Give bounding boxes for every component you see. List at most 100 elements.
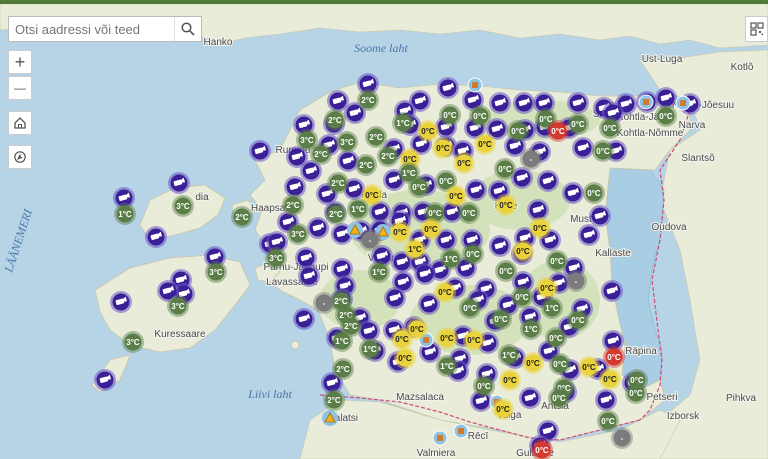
camera-marker[interactable] (249, 140, 271, 162)
temperature-marker[interactable]: 0°C (578, 356, 600, 378)
temperature-marker[interactable]: 0°C (549, 353, 571, 375)
temperature-marker[interactable]: 0°C (495, 194, 517, 216)
temperature-marker[interactable]: 1°C (436, 355, 458, 377)
temperature-marker[interactable]: 3°C (172, 195, 194, 217)
map-canvas[interactable]: Soome lahtLÄÄNEMERILiivi lahtHankoUst-Lu… (0, 4, 768, 459)
zoom-out-button[interactable]: — (8, 76, 32, 100)
camera-marker[interactable] (94, 369, 116, 391)
temperature-marker[interactable]: 1°C (520, 318, 542, 340)
temperature-marker[interactable]: 0°C (439, 104, 461, 126)
temperature-marker[interactable]: 1°C (114, 203, 136, 225)
camera-marker[interactable] (537, 170, 559, 192)
temperature-marker[interactable]: 0°C (408, 176, 430, 198)
temperature-marker[interactable]: - (520, 148, 542, 170)
temperature-marker[interactable]: 0°C (597, 410, 619, 432)
temperature-marker[interactable]: 0°C (536, 277, 558, 299)
camera-marker[interactable] (168, 172, 190, 194)
warning-marker[interactable] (322, 410, 338, 426)
temperature-marker[interactable]: 0°C (599, 368, 621, 390)
temperature-marker[interactable]: 0°C (391, 328, 413, 350)
temperature-marker[interactable]: 0°C (490, 308, 512, 330)
roadwork-marker[interactable] (467, 77, 483, 93)
temperature-marker[interactable]: 0°C (599, 117, 621, 139)
temperature-marker[interactable]: 0°C (474, 133, 496, 155)
temperature-marker[interactable]: 1°C (541, 297, 563, 319)
temperature-marker[interactable]: - (611, 427, 633, 449)
temperature-marker[interactable]: - (313, 292, 335, 314)
temperature-marker[interactable]: 0°C (417, 120, 439, 142)
camera-marker[interactable] (513, 92, 535, 114)
temperature-marker[interactable]: 0°C (512, 240, 534, 262)
temperature-marker[interactable]: 3°C (167, 295, 189, 317)
temperature-marker[interactable]: 2°C (325, 203, 347, 225)
temperature-marker[interactable]: 0°C (548, 387, 570, 409)
temperature-marker[interactable]: 0°C (434, 281, 456, 303)
camera-marker[interactable] (307, 217, 329, 239)
temperature-marker[interactable]: 0°C (473, 375, 495, 397)
camera-marker[interactable] (110, 291, 132, 313)
temperature-marker[interactable]: 0°C (492, 398, 514, 420)
temperature-marker[interactable]: 0°C (507, 120, 529, 142)
temperature-marker[interactable]: 0°C (567, 309, 589, 331)
camera-marker[interactable] (519, 387, 541, 409)
roadwork-marker[interactable] (638, 94, 654, 110)
temperature-marker[interactable]: 0°C (522, 352, 544, 374)
temperature-marker[interactable]: 0°C (453, 152, 475, 174)
temperature-marker[interactable]: 0°C (389, 221, 411, 243)
camera-marker[interactable] (572, 137, 594, 159)
temperature-marker[interactable]: 0°C (420, 218, 442, 240)
temperature-marker[interactable]: 1°C (498, 344, 520, 366)
temperature-marker[interactable]: 0°C (394, 347, 416, 369)
temperature-marker[interactable]: 2°C (324, 109, 346, 131)
camera-marker[interactable] (578, 224, 600, 246)
temperature-marker[interactable]: 0°C (499, 369, 521, 391)
temperature-marker[interactable]: 1°C (368, 261, 390, 283)
temperature-marker[interactable]: 0°C (546, 250, 568, 272)
temperature-marker[interactable]: 2°C (323, 389, 345, 411)
temperature-marker[interactable]: 2°C (310, 143, 332, 165)
temperature-marker[interactable]: 3°C (287, 223, 309, 245)
temperature-marker[interactable]: 0°C (545, 327, 567, 349)
home-button[interactable] (8, 111, 32, 135)
temperature-marker[interactable]: 2°C (231, 206, 253, 228)
roadwork-marker[interactable] (432, 430, 448, 446)
camera-marker[interactable] (298, 265, 320, 287)
camera-marker[interactable] (293, 308, 315, 330)
temperature-marker[interactable]: 0°C (436, 327, 458, 349)
camera-marker[interactable] (562, 182, 584, 204)
temperature-marker[interactable]: 0°C (583, 182, 605, 204)
camera-marker[interactable] (384, 287, 406, 309)
temperature-marker[interactable]: 0°C (432, 137, 454, 159)
temperature-marker[interactable]: 0°C (547, 120, 569, 142)
zoom-in-button[interactable]: + (8, 50, 32, 74)
temperature-marker[interactable]: 1°C (347, 198, 369, 220)
temperature-marker[interactable]: 0°C (469, 105, 491, 127)
camera-marker[interactable] (595, 389, 617, 411)
temperature-marker[interactable]: 0°C (592, 140, 614, 162)
temperature-marker[interactable]: 3°C (205, 261, 227, 283)
temperature-marker[interactable]: - (565, 270, 587, 292)
temperature-marker[interactable]: 0°C (529, 217, 551, 239)
qr-code-button[interactable] (745, 16, 768, 42)
temperature-marker[interactable]: 2°C (355, 154, 377, 176)
temperature-marker[interactable]: 2°C (282, 194, 304, 216)
temperature-marker[interactable]: 2°C (377, 145, 399, 167)
temperature-marker[interactable]: 0°C (495, 260, 517, 282)
camera-marker[interactable] (601, 280, 623, 302)
camera-marker[interactable] (465, 179, 487, 201)
roadwork-marker[interactable] (453, 423, 469, 439)
temperature-marker[interactable]: 0°C (567, 113, 589, 135)
search-input[interactable] (9, 17, 174, 41)
temperature-marker[interactable]: 0°C (511, 286, 533, 308)
temperature-marker[interactable]: 0°C (459, 297, 481, 319)
temperature-marker[interactable]: 2°C (327, 172, 349, 194)
camera-marker[interactable] (414, 263, 436, 285)
temperature-marker[interactable]: 2°C (332, 358, 354, 380)
temperature-marker[interactable]: 2°C (357, 89, 379, 111)
temperature-marker[interactable]: 0°C (463, 329, 485, 351)
camera-marker[interactable] (489, 92, 511, 114)
temperature-marker[interactable]: 0°C (494, 158, 516, 180)
temperature-marker[interactable]: 3°C (336, 131, 358, 153)
search-button[interactable] (174, 17, 201, 41)
temperature-marker[interactable]: 1°C (359, 338, 381, 360)
